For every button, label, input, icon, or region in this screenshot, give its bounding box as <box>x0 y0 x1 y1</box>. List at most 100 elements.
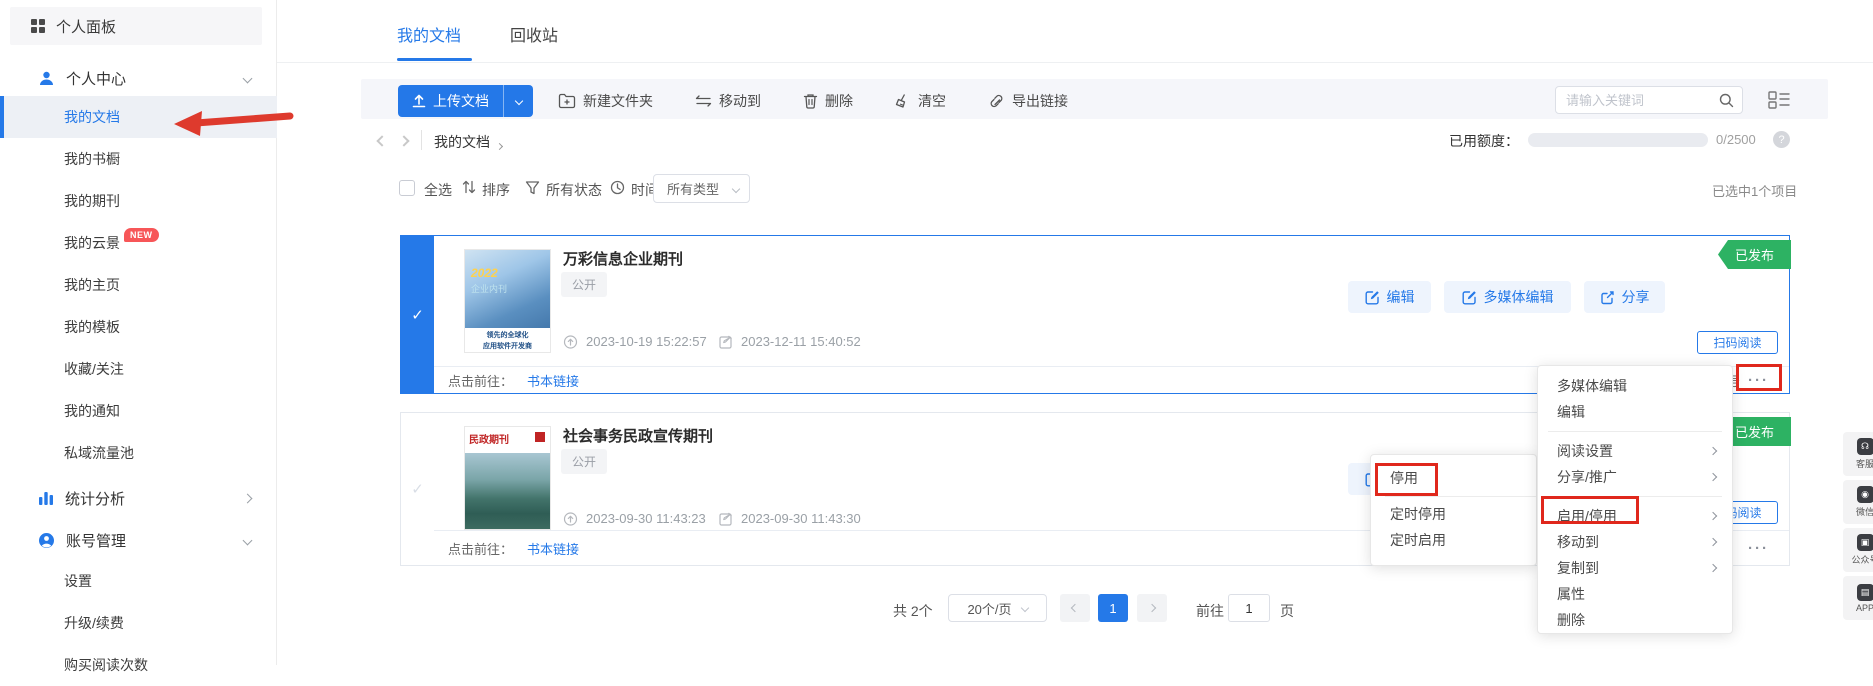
nav-label: 我的书橱 <box>64 149 120 169</box>
clear-button[interactable]: 清空 <box>895 91 946 111</box>
export-link-button[interactable]: 导出链接 <box>988 91 1068 111</box>
doc1-book-link[interactable]: 书本链接 <box>527 371 579 390</box>
sidebar-item-my-docs[interactable]: 我的文档 <box>0 96 277 138</box>
search-box <box>1555 86 1743 114</box>
menu-item-share-promote[interactable]: 分享/推广 <box>1538 464 1732 490</box>
sidebar-item-traffic-pool[interactable]: 私域流量池 <box>0 432 277 474</box>
nav-label: 我的主页 <box>64 275 120 295</box>
filter-funnel-icon[interactable] <box>525 180 540 195</box>
tab-label: 我的文档 <box>397 28 461 45</box>
sidebar-item-favorites[interactable]: 收藏/关注 <box>0 348 277 390</box>
sidebar-item-my-cloud[interactable]: 我的云景NEW <box>0 222 277 264</box>
submenu-item-disable[interactable]: 停用 <box>1371 462 1536 494</box>
upload-time-icon <box>563 512 578 526</box>
select-all-checkbox[interactable] <box>399 180 415 196</box>
menu-label: 启用/停用 <box>1557 506 1617 526</box>
goto-page-input[interactable] <box>1228 594 1270 622</box>
sort-icon[interactable] <box>462 179 476 195</box>
search-input[interactable] <box>1556 87 1706 113</box>
media-edit-icon <box>1462 290 1477 305</box>
sidebar-section-personal-center[interactable]: 个人中心 <box>0 60 277 96</box>
forward-button[interactable] <box>400 132 408 150</box>
tab-recycle-bin[interactable]: 回收站 <box>510 22 558 46</box>
menu-item-move-to[interactable]: 移动到 <box>1538 529 1732 555</box>
customer-service-icon: ☊ <box>1857 438 1873 455</box>
tabbar-divider <box>277 62 1873 63</box>
float-customer-service-button[interactable]: ☊ 客服 <box>1843 432 1873 476</box>
dashboard-label: 个人面板 <box>56 16 116 37</box>
share-label: 分享 <box>1622 287 1650 307</box>
doc1-more-button[interactable]: ··· <box>1748 372 1769 389</box>
doc2-book-link[interactable]: 书本链接 <box>527 539 579 558</box>
total-count-label: 共 2个 <box>893 601 933 621</box>
submenu-item-scheduled-disable[interactable]: 定时停用 <box>1371 501 1536 527</box>
sidebar-item-buy-reads[interactable]: 购买阅读次数 <box>0 644 277 686</box>
doc2-title[interactable]: 社会事务民政宣传期刊 <box>563 425 713 446</box>
breadcrumb[interactable]: 我的文档 <box>434 132 490 152</box>
doc2-more-button[interactable]: ··· <box>1748 540 1769 557</box>
enable-disable-submenu: 停用 定时停用 定时启用 <box>1370 454 1537 566</box>
move-to-button[interactable]: 移动到 <box>695 91 761 111</box>
doc1-selected-checkbox[interactable]: ✓ <box>401 236 434 393</box>
upload-dropdown-button[interactable] <box>503 85 533 117</box>
section-label: 账号管理 <box>66 530 126 551</box>
sidebar-section-account[interactable]: 账号管理 <box>0 522 277 558</box>
sidebar-item-settings[interactable]: 设置 <box>0 560 277 602</box>
submenu-divider <box>1385 496 1536 497</box>
next-page-button[interactable] <box>1137 594 1167 622</box>
menu-item-read-settings[interactable]: 阅读设置 <box>1538 438 1732 464</box>
delete-button[interactable]: 删除 <box>803 91 853 111</box>
doc2-updated-date: 2023-09-30 11:43:30 <box>719 511 861 526</box>
menu-item-copy-to[interactable]: 复制到 <box>1538 555 1732 581</box>
cover-photo <box>465 453 550 529</box>
dashboard-grid-icon <box>30 18 46 34</box>
type-filter-select[interactable]: 所有类型 <box>653 174 750 203</box>
menu-item-delete[interactable]: 删除 <box>1538 607 1732 633</box>
float-app-button[interactable]: ▤ APP <box>1843 576 1873 620</box>
clock-icon[interactable] <box>610 180 625 195</box>
submenu-item-scheduled-enable[interactable]: 定时启用 <box>1371 527 1536 553</box>
menu-item-edit[interactable]: 编辑 <box>1538 399 1732 425</box>
doc1-share-button[interactable]: 分享 <box>1584 281 1665 313</box>
select-all-label[interactable]: 全选 <box>424 180 452 200</box>
sidebar-item-my-journal[interactable]: 我的期刊 <box>0 180 277 222</box>
sort-label[interactable]: 排序 <box>482 180 510 200</box>
menu-label: 移动到 <box>1557 532 1599 552</box>
doc1-cover-thumbnail[interactable]: 2022 企业内刊 领先的全球化应用软件开发商 <box>464 249 551 353</box>
doc1-scan-read-button[interactable]: 扫码阅读 <box>1697 331 1778 354</box>
edit-label: 编辑 <box>1387 287 1415 307</box>
status-filter-label[interactable]: 所有状态 <box>546 180 602 200</box>
doc2-cover-thumbnail[interactable]: 民政期刊 <box>464 426 551 530</box>
quota-progress-bar <box>1528 133 1708 147</box>
sidebar-section-statistics[interactable]: 统计分析 <box>0 480 277 516</box>
menu-item-media-edit[interactable]: 多媒体编辑 <box>1538 373 1732 399</box>
current-page-button[interactable]: 1 <box>1098 594 1128 622</box>
sidebar-item-dashboard[interactable]: 个人面板 <box>10 7 262 45</box>
doc1-edit-button[interactable]: 编辑 <box>1348 281 1431 313</box>
back-button[interactable] <box>378 132 386 150</box>
sidebar-item-upgrade[interactable]: 升级/续费 <box>0 602 277 644</box>
breadcrumb-chevron-icon <box>497 136 502 154</box>
page-size-select[interactable]: 20个/页 <box>948 594 1047 622</box>
quota-help-icon[interactable]: ? <box>1773 131 1790 148</box>
search-icon[interactable] <box>1719 93 1734 108</box>
sidebar-item-my-bookshelf[interactable]: 我的书橱 <box>0 138 277 180</box>
menu-item-enable-disable[interactable]: 启用/停用 <box>1538 503 1732 529</box>
view-toggle-icon[interactable] <box>1768 91 1790 109</box>
upload-button[interactable]: 上传文档 <box>398 85 533 117</box>
app-icon: ▤ <box>1857 584 1873 601</box>
doc1-media-edit-button[interactable]: 多媒体编辑 <box>1444 281 1571 313</box>
new-folder-button[interactable]: 新建文件夹 <box>558 91 653 111</box>
sidebar-item-notifications[interactable]: 我的通知 <box>0 390 277 432</box>
float-wechat-button[interactable]: ◉ 微信 <box>1843 480 1873 524</box>
chevron-right-icon <box>1709 447 1717 455</box>
sidebar-item-my-homepage[interactable]: 我的主页 <box>0 264 277 306</box>
float-official-account-button[interactable]: ▣ 公众号 <box>1843 528 1873 572</box>
prev-page-button[interactable] <box>1060 594 1090 622</box>
doc1-title[interactable]: 万彩信息企业期刊 <box>563 248 683 269</box>
doc2-checkbox[interactable]: ✓ <box>401 413 434 565</box>
menu-item-properties[interactable]: 属性 <box>1538 581 1732 607</box>
tab-my-docs[interactable]: 我的文档 <box>397 22 461 46</box>
sidebar-item-my-templates[interactable]: 我的模板 <box>0 306 277 348</box>
clear-broom-icon <box>895 93 911 109</box>
